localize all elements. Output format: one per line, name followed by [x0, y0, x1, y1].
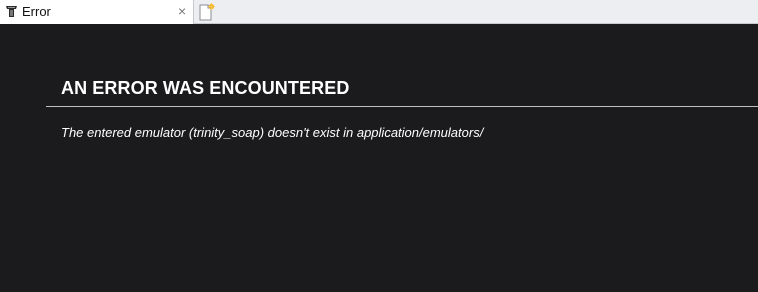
- page-favicon-icon: [4, 4, 19, 19]
- tab-bar: Error ×: [0, 0, 758, 24]
- heading-divider: [46, 106, 758, 107]
- tab-close-icon[interactable]: ×: [178, 3, 186, 19]
- tab-title: Error: [22, 4, 51, 19]
- error-page: AN ERROR WAS ENCOUNTERED The entered emu…: [0, 24, 758, 292]
- new-tab-icon[interactable]: [196, 2, 216, 22]
- tab-error[interactable]: Error ×: [0, 0, 194, 24]
- error-heading: AN ERROR WAS ENCOUNTERED: [61, 78, 350, 98]
- error-message: The entered emulator (trinity_soap) does…: [61, 125, 484, 140]
